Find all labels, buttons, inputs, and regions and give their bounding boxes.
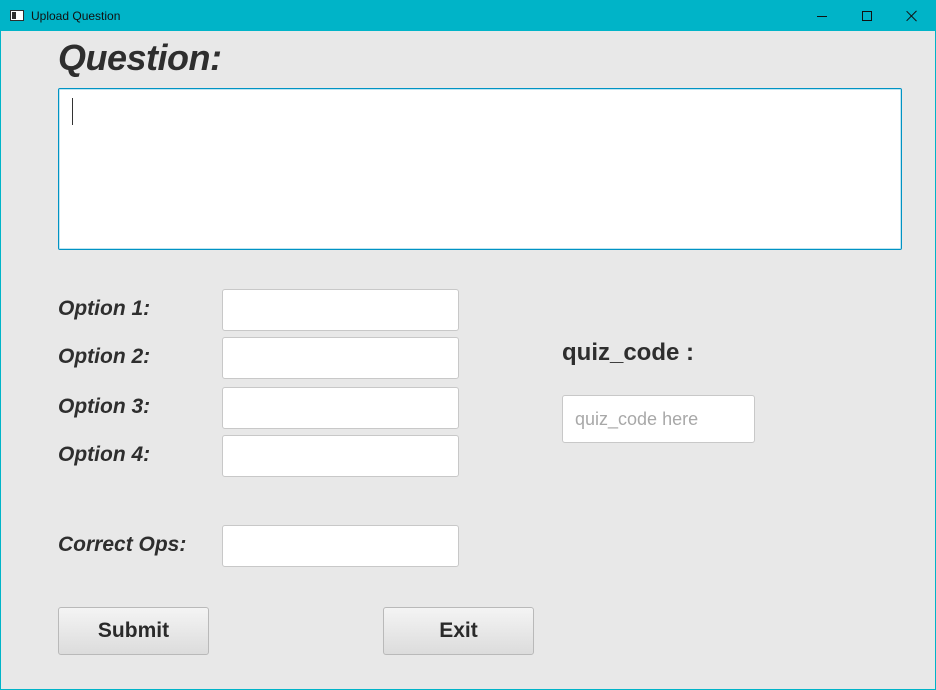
title-bar[interactable]: Upload Question: [1, 1, 935, 31]
option-2-label: Option 2:: [58, 345, 151, 368]
maximize-icon: [862, 11, 872, 21]
option-1-field[interactable]: [222, 289, 459, 331]
option-3-field[interactable]: [222, 387, 459, 429]
quiz-code-input[interactable]: [562, 395, 755, 443]
question-label: Question:: [58, 37, 222, 78]
close-icon: [906, 10, 918, 22]
quiz-code-label: quiz_code :: [562, 339, 695, 366]
minimize-button[interactable]: [799, 1, 845, 31]
question-textarea[interactable]: [58, 88, 902, 250]
window-title: Upload Question: [31, 9, 121, 23]
option-3-label: Option 3:: [58, 395, 151, 418]
correct-option-field[interactable]: [222, 525, 459, 567]
option-2-field[interactable]: [222, 337, 459, 379]
minimize-icon: [817, 15, 827, 17]
app-icon: [10, 10, 24, 21]
submit-button[interactable]: Submit: [58, 607, 209, 655]
upload-question-window: Upload Question Question: Option 1: Opti…: [0, 0, 936, 690]
exit-button[interactable]: Exit: [383, 607, 534, 655]
option-1-label: Option 1:: [58, 297, 151, 320]
text-caret: [72, 98, 73, 125]
option-4-label: Option 4:: [58, 443, 151, 466]
option-4-field[interactable]: [222, 435, 459, 477]
correct-option-label: Correct Ops:: [58, 533, 187, 556]
maximize-button[interactable]: [844, 1, 890, 31]
close-button[interactable]: [889, 1, 935, 31]
